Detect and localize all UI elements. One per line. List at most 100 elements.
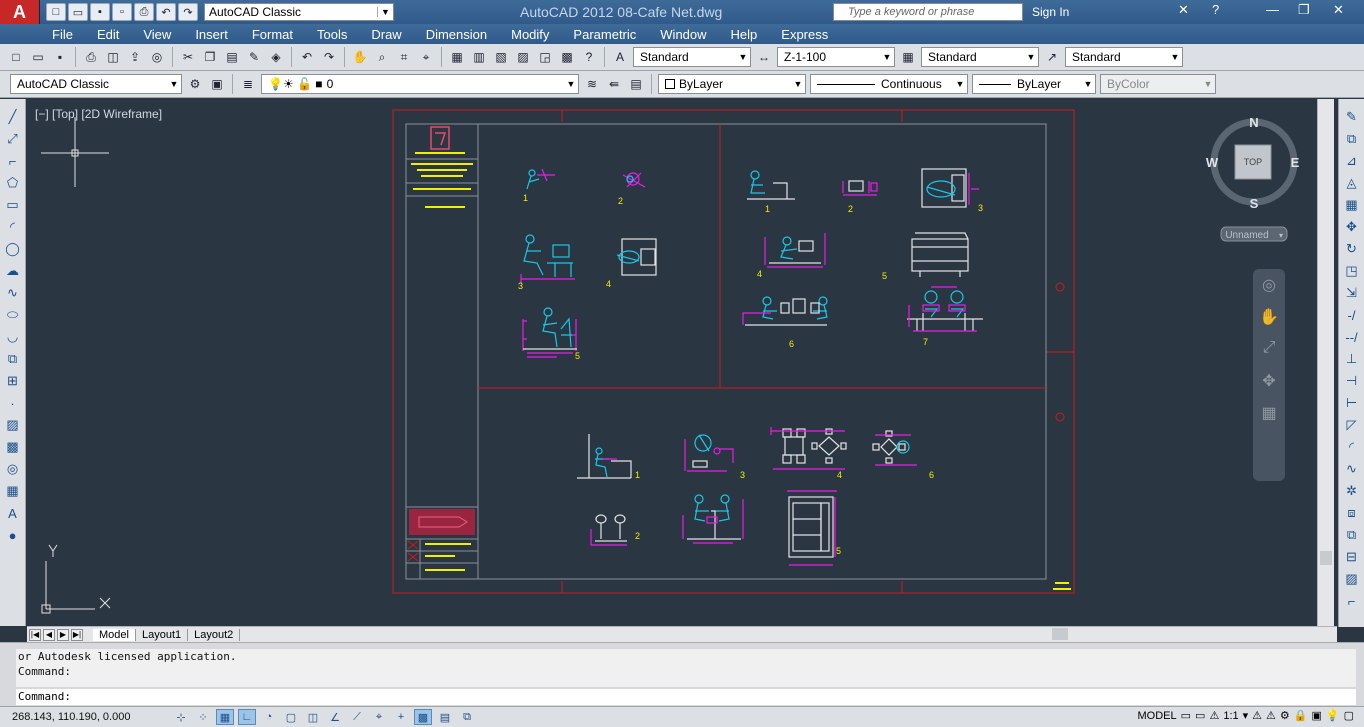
ucs-menu[interactable]: Unnamed bbox=[1225, 230, 1268, 241]
menu-insert[interactable]: Insert bbox=[183, 27, 240, 42]
rotate-icon[interactable]: ↻ bbox=[1342, 239, 1362, 259]
lineweight-select[interactable]: ByLayer ▼ bbox=[972, 74, 1096, 94]
new-icon[interactable]: □ bbox=[6, 47, 26, 67]
zoom-previous-icon[interactable]: ⌖ bbox=[416, 47, 436, 67]
selection-cycling-icon[interactable]: ⧉ bbox=[458, 709, 476, 725]
compass-east[interactable]: E bbox=[1291, 155, 1300, 170]
chamfer-icon[interactable]: ◸ bbox=[1342, 415, 1362, 435]
layer-properties-icon[interactable]: ≣ bbox=[238, 74, 258, 94]
layer-select[interactable]: 💡☀ 🔓 ■ 0 ▼ bbox=[261, 74, 579, 94]
new-icon[interactable]: □ bbox=[46, 3, 66, 21]
scrollbar-thumb[interactable] bbox=[1052, 628, 1068, 640]
horizontal-scrollbar[interactable] bbox=[880, 628, 1320, 640]
drawing-canvas[interactable]: [−] [Top] [2D Wireframe] 1 2 3 4 5 1 2 3… bbox=[27, 99, 1317, 626]
make-block-icon[interactable]: ⊞ bbox=[3, 371, 23, 391]
menu-help[interactable]: Help bbox=[719, 27, 770, 42]
isolate-objects-icon[interactable]: 💡 bbox=[1326, 709, 1340, 722]
make-current-layer-icon[interactable]: ≋ bbox=[582, 74, 602, 94]
quick-view-drawings-icon[interactable]: ▭ bbox=[1195, 709, 1205, 722]
last-tab-icon[interactable]: ▶| bbox=[71, 628, 83, 641]
array-icon[interactable]: ▦ bbox=[1342, 195, 1362, 215]
move-icon[interactable]: ✥ bbox=[1342, 217, 1362, 237]
application-menu-button[interactable]: A bbox=[0, 0, 40, 24]
preview-icon[interactable]: ◫ bbox=[103, 47, 123, 67]
pan-icon[interactable]: ✋ bbox=[1257, 307, 1281, 331]
copy-icon[interactable]: ❐ bbox=[200, 47, 220, 67]
spline-icon[interactable]: ∿ bbox=[3, 283, 23, 303]
showmotion-icon[interactable]: ▦ bbox=[1257, 403, 1281, 427]
text-style-select[interactable]: Standard ▼ bbox=[633, 47, 751, 67]
dynamic-input-icon[interactable]: ⌖ bbox=[370, 709, 388, 725]
snap-mode-icon[interactable]: ⁘ bbox=[194, 709, 212, 725]
properties-icon[interactable]: ▦ bbox=[447, 47, 467, 67]
blend-curves-icon[interactable]: ∿ bbox=[1342, 459, 1362, 479]
menu-tools[interactable]: Tools bbox=[305, 27, 359, 42]
saveas-icon[interactable]: ▫ bbox=[112, 3, 132, 21]
minimize-icon[interactable]: — bbox=[1266, 2, 1279, 17]
annotation-scale-icon[interactable]: ⚠ bbox=[1209, 709, 1219, 722]
menu-edit[interactable]: Edit bbox=[85, 27, 131, 42]
help-icon[interactable]: ? bbox=[1212, 2, 1219, 17]
extend-icon[interactable]: --/ bbox=[1342, 327, 1362, 347]
redo-icon[interactable]: ↷ bbox=[319, 47, 339, 67]
compass-south[interactable]: S bbox=[1250, 196, 1259, 211]
viewcube[interactable]: TOP N S E W Unnamed ▾ bbox=[1206, 115, 1300, 242]
dim-style-select[interactable]: Z-1-100 ▼ bbox=[777, 47, 895, 67]
calculator-icon[interactable]: ▩ bbox=[557, 47, 577, 67]
compass-north[interactable]: N bbox=[1249, 115, 1258, 130]
line-icon[interactable]: ╱ bbox=[3, 107, 23, 127]
zoom-extents-icon[interactable]: ⤢ bbox=[1257, 339, 1281, 363]
viewcube-face[interactable]: TOP bbox=[1244, 157, 1262, 167]
color-select[interactable]: ByLayer ▼ bbox=[658, 74, 806, 94]
explode-icon[interactable]: ✲ bbox=[1342, 481, 1362, 501]
menu-parametric[interactable]: Parametric bbox=[561, 27, 648, 42]
steering-wheel-icon[interactable]: ◎ bbox=[1257, 275, 1281, 299]
coordinate-readout[interactable]: 268.143, 110.190, 0.000 bbox=[0, 711, 170, 723]
sign-in-button[interactable]: Sign In bbox=[1032, 5, 1069, 19]
trim-icon[interactable]: -/ bbox=[1342, 305, 1362, 325]
tool-palettes-icon[interactable]: ▧ bbox=[491, 47, 511, 67]
orbit-icon[interactable]: ✥ bbox=[1257, 371, 1281, 395]
draworder-icon[interactable]: ⧈ bbox=[1342, 503, 1362, 523]
rectangle-icon[interactable]: ▭ bbox=[3, 195, 23, 215]
zoom-window-icon[interactable]: ⌗ bbox=[394, 47, 414, 67]
annotation-visibility-icon[interactable]: ⚠ bbox=[1252, 709, 1262, 722]
workspace-select[interactable]: AutoCAD Classic ▼ bbox=[204, 3, 394, 21]
3d-print-icon[interactable]: ◎ bbox=[147, 47, 167, 67]
paste-icon[interactable]: ▤ bbox=[222, 47, 242, 67]
menu-dimension[interactable]: Dimension bbox=[414, 27, 499, 42]
close-icon[interactable]: ✕ bbox=[1333, 2, 1344, 18]
transparency-icon[interactable]: ▩ bbox=[414, 709, 432, 725]
undo-icon[interactable]: ↶ bbox=[297, 47, 317, 67]
group-icon[interactable]: ⧉ bbox=[1342, 525, 1362, 545]
infer-constraints-icon[interactable]: ⊹ bbox=[172, 709, 190, 725]
erase-icon[interactable]: ✎ bbox=[1342, 107, 1362, 127]
sheet-set-icon[interactable]: ▨ bbox=[513, 47, 533, 67]
fillet-icon[interactable]: ◜ bbox=[1342, 437, 1362, 457]
layer-previous-icon[interactable]: ⇚ bbox=[604, 74, 624, 94]
linetype-select[interactable]: Continuous ▼ bbox=[810, 74, 968, 94]
menu-view[interactable]: View bbox=[131, 27, 183, 42]
redo-icon[interactable]: ↷ bbox=[178, 3, 198, 21]
hardware-acceleration-icon[interactable]: ▣ bbox=[1311, 709, 1321, 722]
publish-icon[interactable]: ⇪ bbox=[125, 47, 145, 67]
circle-icon[interactable]: ◯ bbox=[3, 239, 23, 259]
copy-object-icon[interactable]: ⧉ bbox=[1342, 129, 1362, 149]
plot-icon[interactable]: ⎙ bbox=[81, 47, 101, 67]
chevron-down-icon[interactable]: ▾ bbox=[1243, 709, 1249, 722]
region-icon[interactable]: ◎ bbox=[3, 459, 23, 479]
save-workspace-icon[interactable]: ▣ bbox=[207, 74, 227, 94]
revision-cloud-icon[interactable]: ☁ bbox=[3, 261, 23, 281]
prev-tab-icon[interactable]: ◀ bbox=[43, 628, 55, 641]
stretch-icon[interactable]: ⇲ bbox=[1342, 283, 1362, 303]
plot-icon[interactable]: ⎙ bbox=[134, 3, 154, 21]
workspace-switching-icon[interactable]: ⚙ bbox=[1280, 709, 1290, 722]
exchange-icon[interactable]: ✕ bbox=[1178, 2, 1189, 18]
plotstyle-select[interactable]: ByColor ▼ bbox=[1100, 74, 1216, 94]
insert-block-icon[interactable]: ⧉ bbox=[3, 349, 23, 369]
polyline-edit-icon[interactable]: ⌐ bbox=[1342, 591, 1362, 611]
menu-modify[interactable]: Modify bbox=[499, 27, 561, 42]
first-tab-icon[interactable]: |◀ bbox=[29, 628, 41, 641]
table-style-select[interactable]: Standard ▼ bbox=[921, 47, 1039, 67]
open-icon[interactable]: ▭ bbox=[28, 47, 48, 67]
